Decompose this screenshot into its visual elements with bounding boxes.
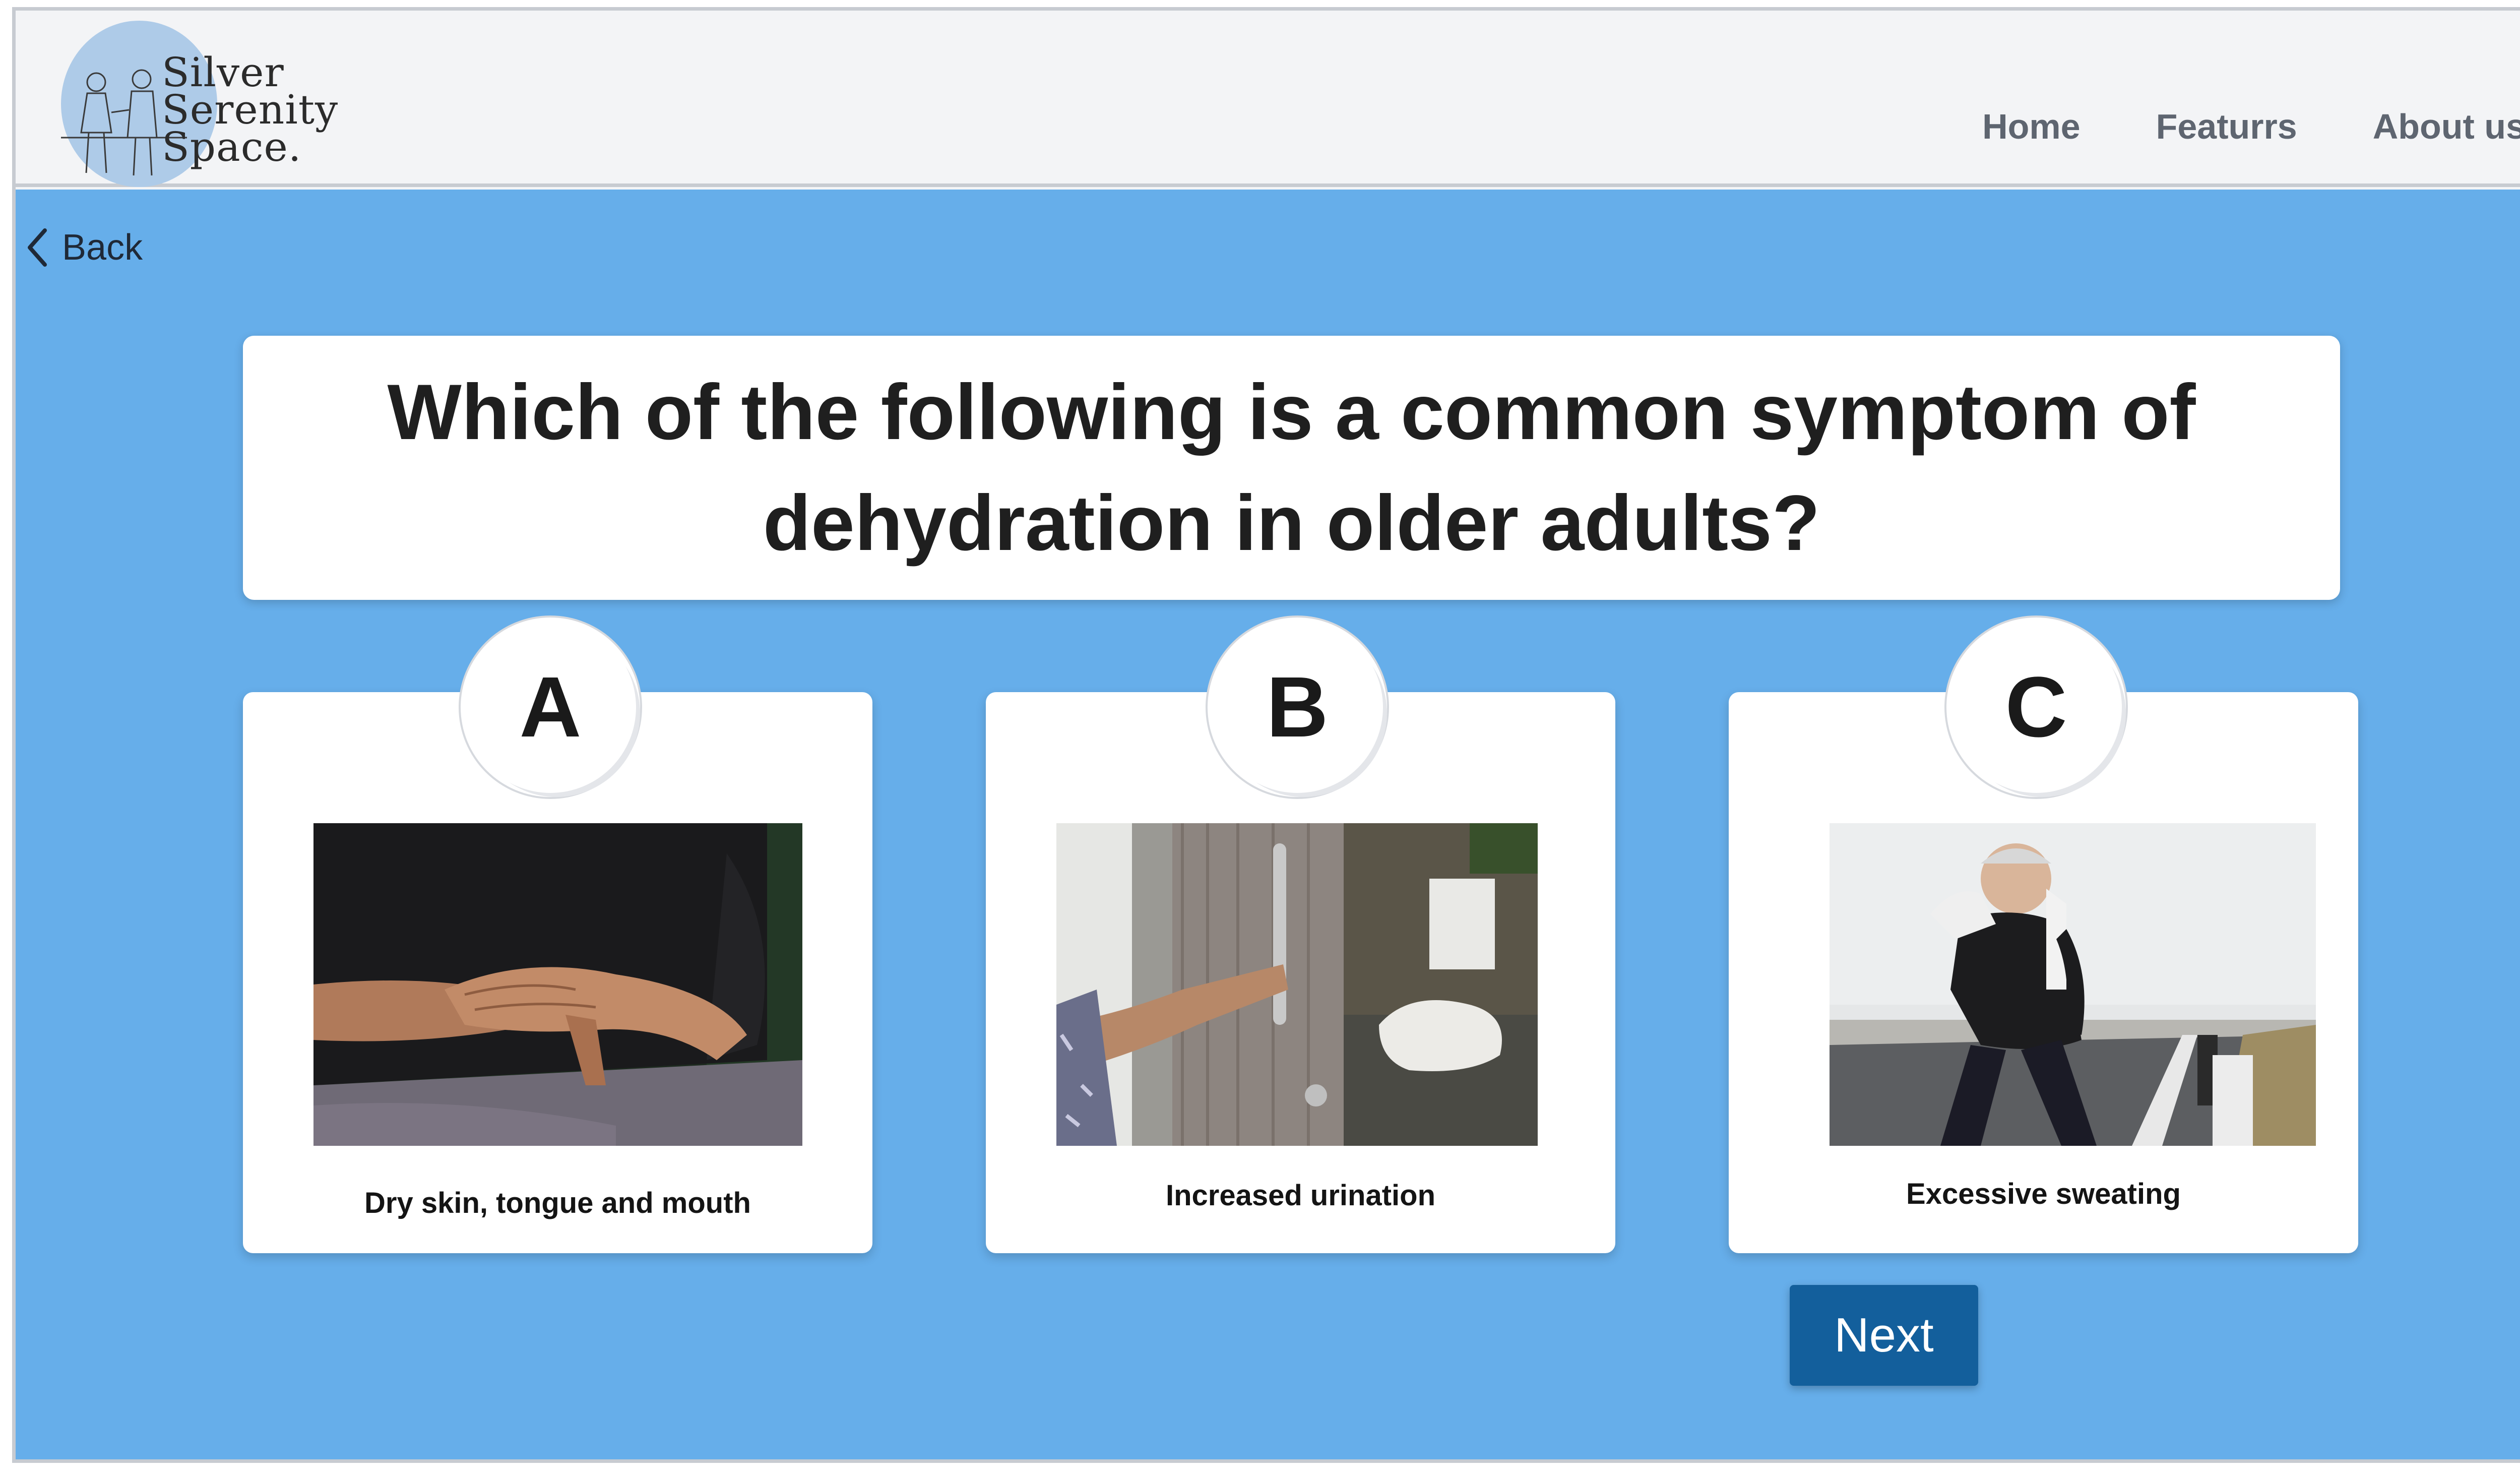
option-b-letter: B [1266, 659, 1329, 755]
option-a-letter: A [519, 659, 582, 755]
option-c-letter: C [2005, 659, 2067, 755]
option-b-badge: B [1212, 622, 1383, 793]
man-sweating-photo [1830, 823, 2316, 1146]
question-text: Which of the following is a common sympt… [387, 368, 2196, 567]
question-card: Which of the following is a common sympt… [243, 336, 2340, 600]
logo-line-1: Silver [162, 49, 284, 96]
quiz-area: Back Which of the following is a common … [16, 190, 2520, 1459]
option-b-caption: Increased urination [1165, 1179, 1436, 1212]
option-b-card[interactable]: B Increased urination [986, 622, 1615, 1253]
chevron-left-icon [28, 228, 47, 267]
logo-line-3: Space. [162, 124, 302, 170]
option-c-badge: C [1950, 622, 2122, 793]
hands-dry-skin-photo [313, 823, 802, 1146]
nav-about-link[interactable]: About us [2373, 106, 2520, 147]
bathroom-door-photo [1056, 823, 1538, 1146]
option-a-card[interactable]: A Dry skin, tongue and mouth [243, 622, 872, 1253]
back-button[interactable]: Back [26, 225, 143, 270]
logo-wordmark: Silver Serenity Space. [162, 49, 339, 170]
option-c-caption: Excessive sweating [1906, 1178, 2181, 1210]
top-nav: Home Featurrs About us [1982, 106, 2520, 147]
option-a-caption: Dry skin, tongue and mouth [364, 1187, 751, 1219]
back-label: Back [62, 227, 143, 268]
next-button[interactable]: Next [1790, 1285, 1978, 1386]
nav-home-link[interactable]: Home [1982, 106, 2080, 147]
option-c-card[interactable]: C Excessive sweating [1729, 622, 2358, 1253]
logo-line-2: Serenity [162, 86, 339, 133]
site-header: Silver Serenity Space. Home Featurrs Abo… [16, 11, 2520, 187]
option-a-badge: A [465, 622, 636, 793]
site-logo[interactable]: Silver Serenity Space. [51, 17, 373, 188]
nav-features-link[interactable]: Featurrs [2156, 106, 2297, 147]
browser-frame: Silver Serenity Space. Home Featurrs Abo… [12, 7, 2520, 1463]
